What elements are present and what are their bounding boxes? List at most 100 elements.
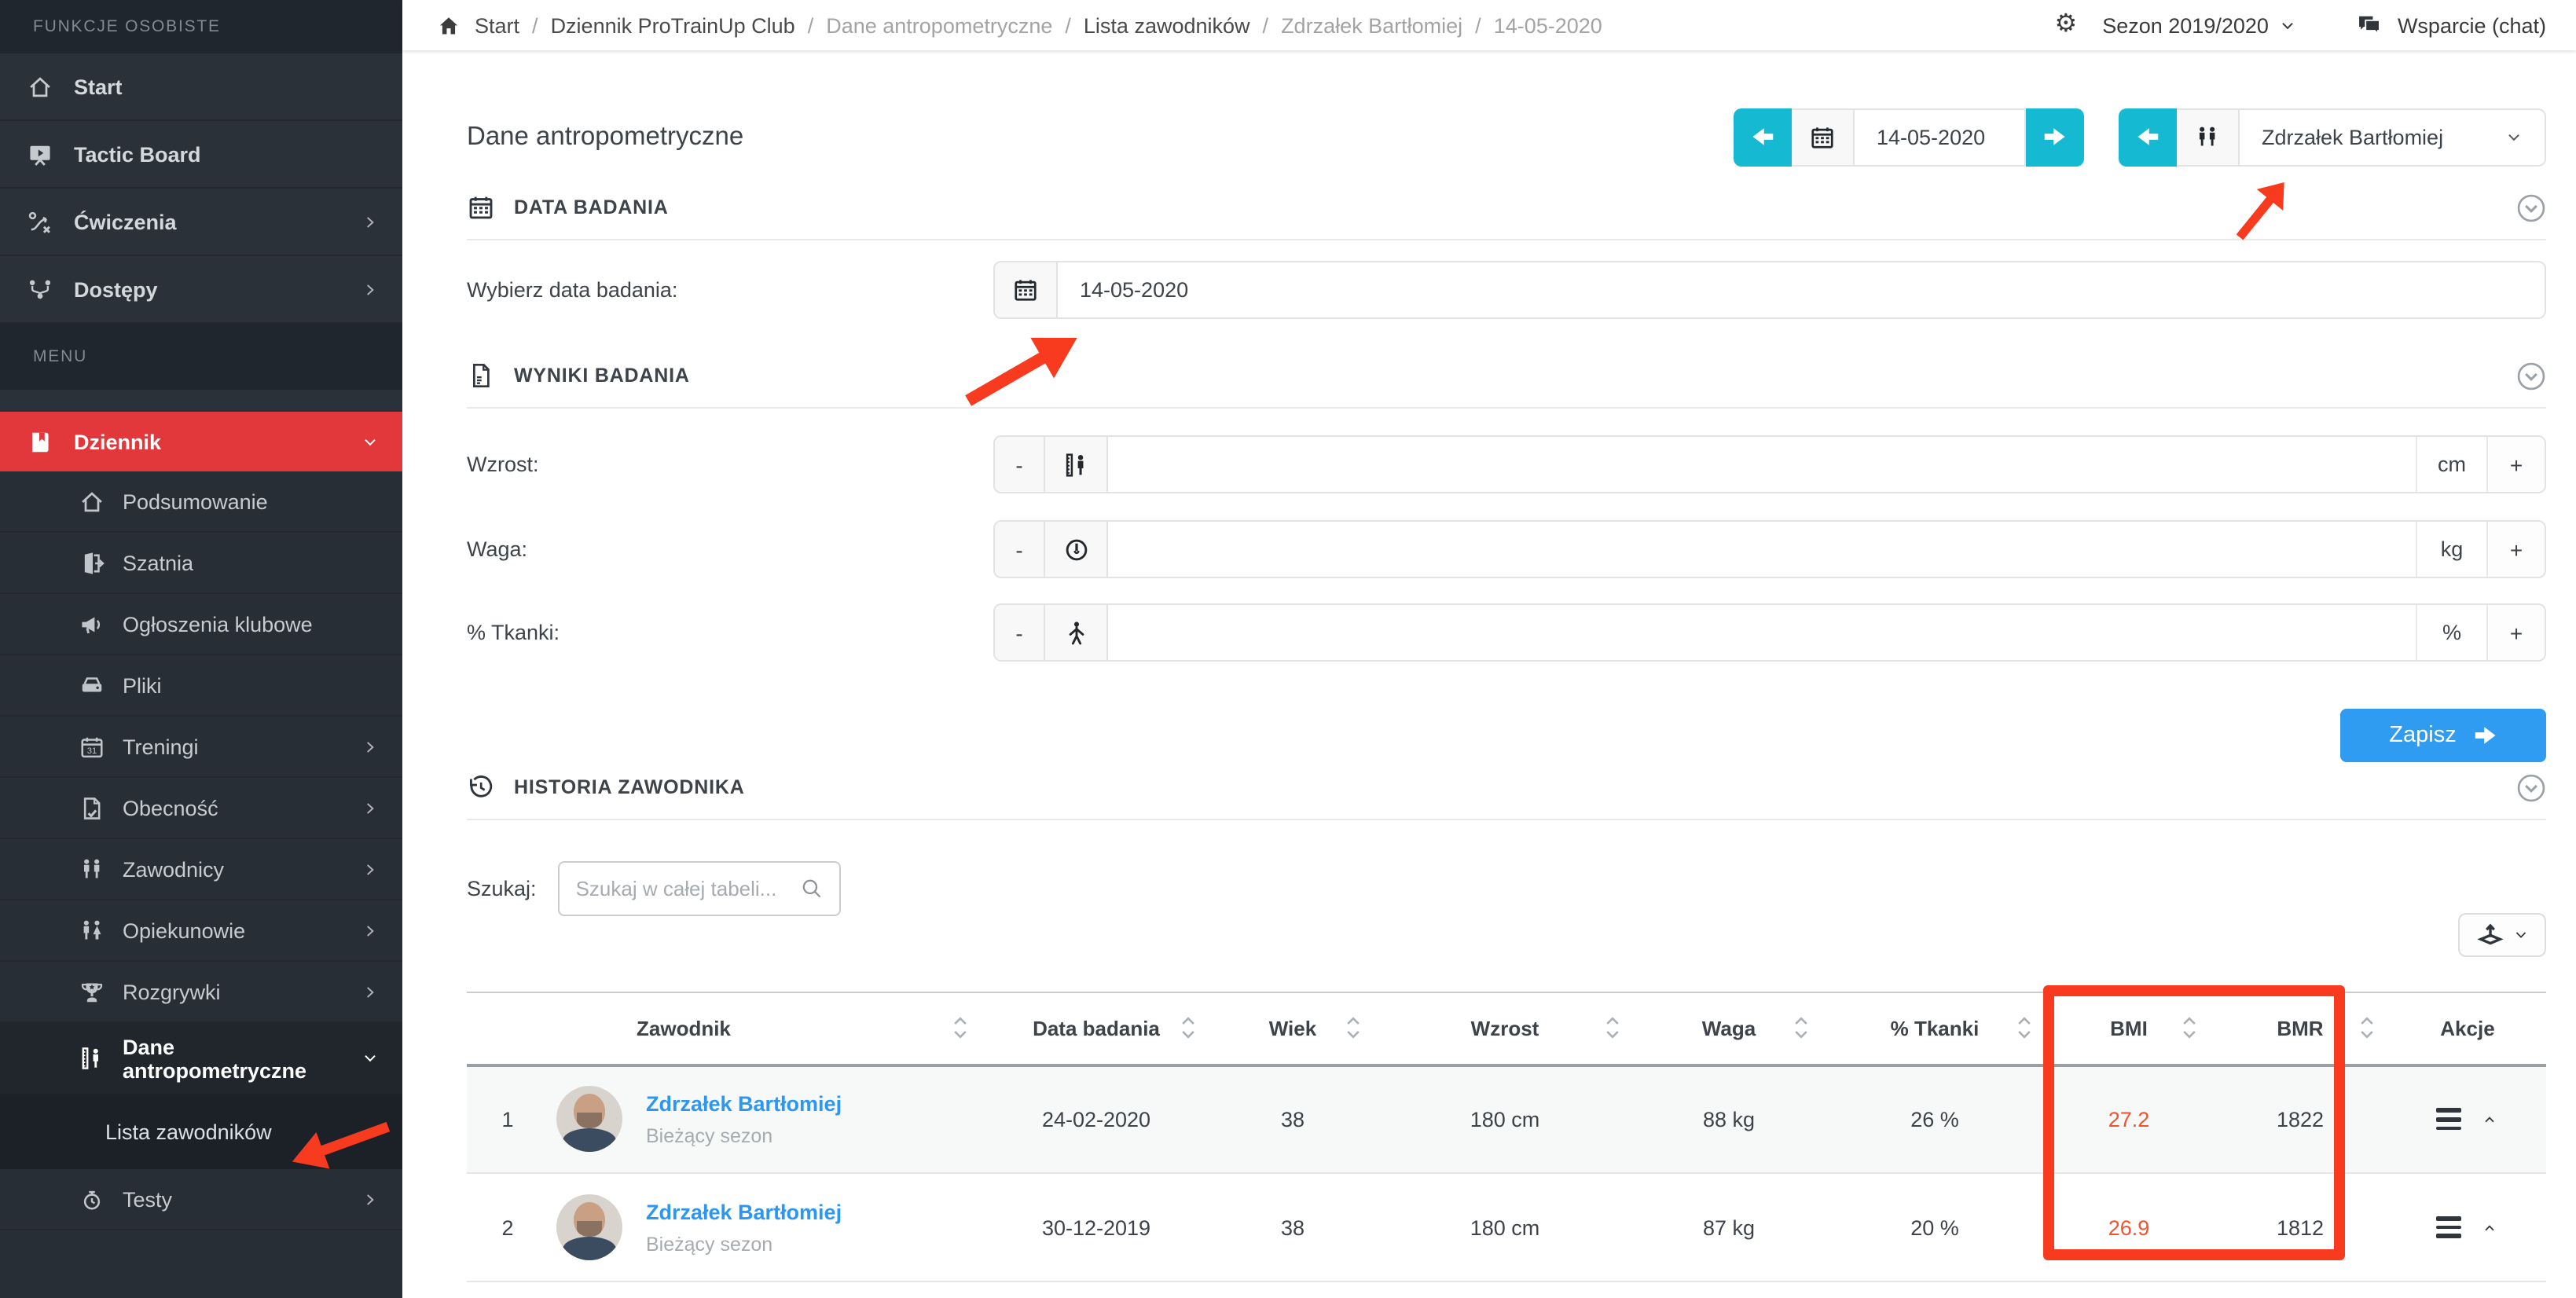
cell-age: 38 <box>1210 1173 1375 1282</box>
players-icon-segment <box>2177 108 2238 166</box>
save-button[interactable]: Zapisz <box>2340 709 2546 762</box>
breadcrumb-player[interactable]: Zdrzałek Bartłomiej <box>1281 13 1462 37</box>
player-link[interactable]: Zdrzałek Bartłomiej <box>646 1200 842 1223</box>
sidebar-subitem-obecnosc[interactable]: Obecność <box>0 778 402 839</box>
sort-icon[interactable] <box>2016 1017 2032 1040</box>
weight-input[interactable] <box>1108 522 2416 577</box>
gear-icon: ⚙ <box>2055 13 2078 38</box>
height-minus-button[interactable]: - <box>995 437 1045 492</box>
export-button[interactable] <box>2458 913 2546 957</box>
sidebar-item-dziennik[interactable]: Dziennik <box>0 412 402 471</box>
support-chat-link[interactable]: Wsparcie (chat) <box>2357 12 2546 38</box>
topbar: Start / Dziennik ProTrainUp Club / Dane … <box>402 0 2576 50</box>
breadcrumb-dziennik[interactable]: Dziennik ProTrainUp Club <box>551 13 795 37</box>
subitem-label: Rozgrywki <box>123 980 221 1003</box>
breadcrumb-separator: / <box>808 13 814 37</box>
sidebar-subitem-pliki[interactable]: Pliki <box>0 655 402 717</box>
row-index: 1 <box>467 1065 549 1173</box>
col-label: Wzrost <box>1471 1017 1539 1040</box>
height-plus-button[interactable]: + <box>2486 437 2545 492</box>
player-select[interactable]: Zdrzałek Bartłomiej <box>2238 108 2546 166</box>
arrow-right-icon <box>2474 723 2497 748</box>
season-selector[interactable]: ⚙ Sezon 2019/2020 <box>2055 13 2297 38</box>
height-input[interactable] <box>1108 437 2416 492</box>
chevron-down-icon <box>361 433 379 450</box>
scale-gauge-icon <box>1045 522 1108 577</box>
col-tkanki[interactable]: % Tkanki <box>1823 992 2046 1065</box>
section-title: DATA BADANIA <box>514 196 669 218</box>
col-wzrost[interactable]: Wzrost <box>1375 992 1635 1065</box>
sidebar-subitem-opiekunowie[interactable]: Opiekunowie <box>0 900 402 962</box>
chevron-right-icon <box>361 860 379 878</box>
breadcrumb-separator: / <box>1475 13 1481 37</box>
home-icon[interactable] <box>437 13 461 37</box>
date-nav-value[interactable]: 14-05-2020 <box>1853 108 2026 166</box>
body-fat-input[interactable] <box>1108 605 2416 660</box>
main-content: Dane antropometryczne 14-05-2020 <box>402 50 2576 1298</box>
row-menu-button[interactable] <box>2436 1216 2461 1238</box>
sidebar-subitem-zawodnicy[interactable]: Zawodnicy <box>0 839 402 900</box>
sidebar-subitem-lista-zawodnikow[interactable]: Lista zawodników <box>0 1095 402 1169</box>
breadcrumb-date[interactable]: 14-05-2020 <box>1494 13 1602 37</box>
search-box <box>559 861 842 916</box>
search-input[interactable] <box>576 877 801 900</box>
collapse-section-button[interactable] <box>2516 361 2546 390</box>
weight-minus-button[interactable]: - <box>995 522 1045 577</box>
col-waga[interactable]: Waga <box>1635 992 1823 1065</box>
save-row: Zapisz <box>467 709 2546 762</box>
col-zawodnik[interactable]: Zawodnik <box>549 992 982 1065</box>
col-bmi[interactable]: BMI <box>2046 992 2211 1065</box>
subitem-label: Pliki <box>123 673 162 697</box>
body-fat-plus-button[interactable]: + <box>2486 605 2545 660</box>
breadcrumb-dane-antropometryczne[interactable]: Dane antropometryczne <box>826 13 1052 37</box>
sidebar-item-start[interactable]: Start <box>0 53 402 121</box>
sidebar-subitem-ogloszenia[interactable]: Ogłoszenia klubowe <box>0 594 402 655</box>
col-data-badania[interactable]: Data badania <box>982 992 1210 1065</box>
chevron-up-icon[interactable] <box>2480 1113 2499 1127</box>
calendar-icon <box>467 193 495 222</box>
sort-icon[interactable] <box>2359 1017 2375 1040</box>
body-fat-minus-button[interactable]: - <box>995 605 1045 660</box>
collapse-section-button[interactable] <box>2516 192 2546 222</box>
sidebar-subitem-dane-antropometryczne[interactable]: Dane antropometryczne <box>0 1023 402 1095</box>
sidebar-subitem-szatnia[interactable]: Szatnia <box>0 533 402 594</box>
sidebar-subitem-rozgrywki[interactable]: Rozgrywki <box>0 962 402 1023</box>
sort-icon[interactable] <box>1605 1017 1620 1040</box>
col-index <box>467 992 549 1065</box>
sort-icon[interactable] <box>1345 1017 1361 1040</box>
date-prev-button[interactable] <box>1734 108 1792 166</box>
player-prev-button[interactable] <box>2119 108 2177 166</box>
exam-date-picker[interactable]: 14-05-2020 <box>993 261 2546 319</box>
col-bmr[interactable]: BMR <box>2211 992 2389 1065</box>
sidebar-subitem-podsumowanie[interactable]: Podsumowanie <box>0 471 402 533</box>
sort-icon[interactable] <box>2182 1017 2197 1040</box>
sort-icon[interactable] <box>952 1017 968 1040</box>
collapse-section-button[interactable] <box>2516 772 2546 802</box>
chevron-up-icon[interactable] <box>2480 1220 2499 1234</box>
exam-date-label: Wybierz data badania: <box>467 278 993 302</box>
sidebar-item-cwiczenia[interactable]: Ćwiczenia <box>0 189 402 256</box>
date-next-button[interactable] <box>2026 108 2084 166</box>
exam-date-value: 14-05-2020 <box>1058 262 1188 317</box>
weight-plus-button[interactable]: + <box>2486 522 2545 577</box>
section-title: WYNIKI BADANIA <box>514 365 690 387</box>
sidebar-item-dostepy[interactable]: Dostępy <box>0 256 402 324</box>
breadcrumb-start[interactable]: Start <box>475 13 519 37</box>
sidebar-subitem-treningi[interactable]: Treningi <box>0 717 402 778</box>
arrow-right-icon <box>2043 124 2067 149</box>
history-table: Zawodnik Data badania Wiek Wzrost <box>467 992 2546 1282</box>
row-menu-button[interactable] <box>2436 1109 2461 1131</box>
breadcrumb-lista-zawodnikow[interactable]: Lista zawodników <box>1084 13 1250 37</box>
cell-date: 24-02-2020 <box>982 1065 1210 1173</box>
height-row: Wzrost: - cm + <box>467 435 2546 493</box>
player-season: Bieżący sezon <box>646 1125 842 1147</box>
sidebar-subitem-testy[interactable]: Testy <box>0 1169 402 1230</box>
player-link[interactable]: Zdrzałek Bartłomiej <box>646 1092 842 1116</box>
search-icon <box>801 877 824 900</box>
chevron-down-icon <box>2505 128 2523 145</box>
col-wiek[interactable]: Wiek <box>1210 992 1375 1065</box>
sort-icon[interactable] <box>1793 1017 1809 1040</box>
page-title: Dane antropometryczne <box>467 122 743 152</box>
sort-icon[interactable] <box>1180 1017 1196 1040</box>
sidebar-item-tactic-board[interactable]: Tactic Board <box>0 121 402 189</box>
